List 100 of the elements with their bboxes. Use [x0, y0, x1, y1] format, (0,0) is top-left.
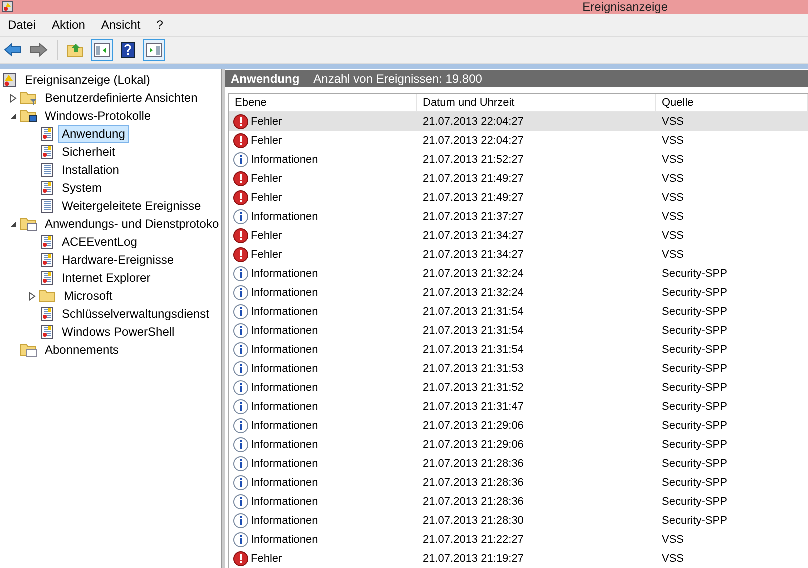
tree-item[interactable]: Weitergeleitete Ereignisse: [58, 197, 206, 215]
table-cell: Informationen: [251, 154, 318, 166]
info-icon: [233, 398, 249, 414]
event-count: Anzahl von Ereignissen: 19.800: [314, 72, 482, 86]
table-cell: 21.07.2013 21:22:27: [423, 534, 524, 546]
info-icon: [233, 152, 249, 168]
error-icon: [233, 170, 249, 186]
show-tree-button[interactable]: [91, 39, 113, 61]
tree-item[interactable]: Microsoft: [60, 287, 117, 305]
info-icon: [233, 208, 249, 224]
tree-item[interactable]: Installation: [58, 161, 124, 179]
table-cell: 21.07.2013 21:29:06: [423, 420, 524, 432]
event-row[interactable]: Fehler 21.07.2013 22:04:27 VSS: [229, 112, 808, 131]
table-cell: Informationen: [251, 286, 318, 298]
tree-item[interactable]: Internet Explorer: [58, 269, 155, 287]
info-icon: [233, 360, 249, 376]
log-icon: [39, 252, 55, 268]
table-cell: Fehler: [251, 552, 282, 564]
table-cell: Informationen: [251, 496, 318, 508]
collapse-arrow-icon[interactable]: [10, 220, 16, 228]
table-cell: 21.07.2013 21:37:27: [423, 210, 524, 222]
tree-item[interactable]: Ereignisanzeige (Lokal): [21, 71, 154, 89]
log-icon: [39, 198, 55, 214]
tree-item[interactable]: Anwendung: [58, 125, 130, 143]
table-cell: VSS: [662, 134, 684, 146]
info-icon: [233, 284, 249, 300]
expand-arrow-icon[interactable]: [28, 292, 36, 300]
error-icon: [233, 114, 249, 130]
table-cell: VSS: [662, 230, 684, 242]
log-icon: [39, 162, 55, 178]
table-cell: Security-SPP: [662, 324, 728, 336]
info-icon: [233, 380, 249, 396]
table-cell: Informationen: [251, 476, 318, 488]
tree-item[interactable]: Benutzerdefinierte Ansichten: [41, 89, 202, 107]
table-cell: 21.07.2013 21:34:27: [423, 230, 524, 242]
table-cell: Informationen: [251, 534, 318, 546]
tree-item[interactable]: Abonnements: [41, 341, 124, 359]
menu-item[interactable]: ?: [148, 14, 172, 36]
tree-item[interactable]: Hardware-Ereignisse: [58, 251, 178, 269]
error-icon: [233, 550, 249, 566]
error-icon: [233, 132, 249, 148]
info-icon: [233, 456, 249, 472]
table-cell: 21.07.2013 21:31:54: [423, 306, 524, 318]
table-cell: Informationen: [251, 362, 318, 374]
table-cell: 21.07.2013 21:31:47: [423, 400, 524, 412]
table-cell: 21.07.2013 21:32:24: [423, 286, 524, 298]
tree-item[interactable]: System: [58, 179, 106, 197]
table-cell: VSS: [662, 534, 684, 546]
log-icon: [39, 144, 55, 160]
menu-item[interactable]: Aktion: [44, 14, 94, 36]
menu-item[interactable]: Datei: [0, 14, 44, 36]
log-icon: [39, 270, 55, 286]
table-cell: Security-SPP: [662, 400, 728, 412]
table-cell: VSS: [662, 116, 684, 128]
tree-item[interactable]: Sicherheit: [58, 143, 120, 161]
table-cell: Fehler: [251, 230, 282, 242]
table-cell: 21.07.2013 22:04:27: [423, 134, 524, 146]
table-cell: Fehler: [251, 116, 282, 128]
table-cell: 21.07.2013 21:31:54: [423, 324, 524, 336]
table-cell: Security-SPP: [662, 438, 728, 450]
table-cell: Informationen: [251, 324, 318, 336]
info-icon: [233, 474, 249, 490]
table-cell: Informationen: [251, 514, 318, 526]
error-icon: [233, 190, 249, 206]
table-cell: Security-SPP: [662, 362, 728, 374]
table-cell: Informationen: [251, 400, 318, 412]
info-icon: [233, 266, 249, 282]
table-cell: 21.07.2013 21:34:27: [423, 248, 524, 260]
tree-item[interactable]: Schlüsselverwaltungsdienst: [58, 305, 214, 323]
table-cell: VSS: [662, 154, 684, 166]
table-cell: 21.07.2013 21:31:53: [423, 362, 524, 374]
table-cell: 21.07.2013 21:49:27: [423, 192, 524, 204]
folder-icon: [20, 342, 38, 358]
menu-item[interactable]: Ansicht: [93, 14, 149, 36]
table-cell: VSS: [662, 192, 684, 204]
table-cell: Security-SPP: [662, 306, 728, 318]
tree-item[interactable]: ACEEventLog: [58, 233, 142, 251]
tree-item[interactable]: Windows-Protokolle: [41, 107, 156, 125]
expand-arrow-icon[interactable]: [10, 94, 16, 102]
table-cell: Informationen: [251, 344, 318, 356]
table-cell: 21.07.2013 21:52:27: [423, 154, 524, 166]
table-cell: Security-SPP: [662, 268, 728, 280]
info-icon: [233, 304, 249, 320]
table-cell: Informationen: [251, 268, 318, 280]
table-cell: Security-SPP: [662, 476, 728, 488]
table-cell: Security-SPP: [662, 382, 728, 394]
tree-item[interactable]: Windows PowerShell: [58, 323, 179, 341]
table-cell: 21.07.2013 21:31:52: [423, 382, 524, 394]
folder-icon: [20, 216, 38, 232]
table-cell: Security-SPP: [662, 514, 728, 526]
window-title: Ereignisanzeige: [582, 0, 668, 14]
table-cell: 21.07.2013 21:28:36: [423, 476, 524, 488]
log-icon: [39, 126, 55, 142]
tree-item[interactable]: Anwendungs- und Dienstprotoko: [41, 215, 221, 233]
log-icon: [39, 324, 55, 340]
event-viewer-icon: [2, 72, 18, 88]
collapse-arrow-icon[interactable]: [10, 112, 16, 120]
table-cell: 21.07.2013 21:28:36: [423, 496, 524, 508]
table-cell: VSS: [662, 210, 684, 222]
show-actions-button[interactable]: [143, 39, 165, 61]
